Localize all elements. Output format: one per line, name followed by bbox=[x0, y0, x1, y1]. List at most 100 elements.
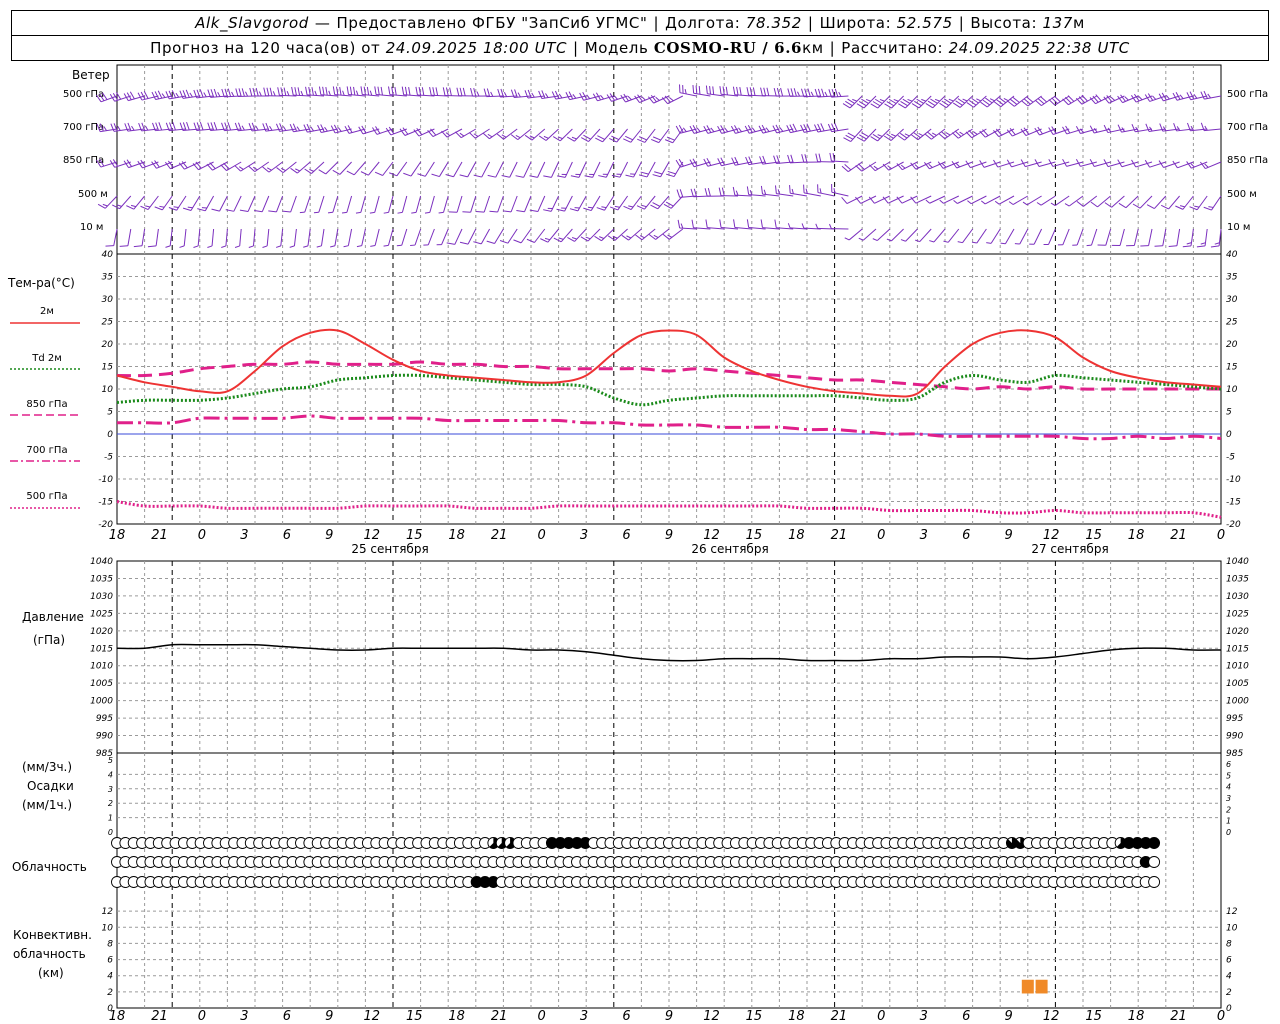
temp-y-tick: -20 bbox=[98, 520, 113, 530]
x-tick-label: 15 bbox=[746, 528, 763, 543]
x-tick-label: 12 bbox=[363, 528, 380, 543]
wind-barb bbox=[841, 161, 863, 173]
wind-barb bbox=[275, 228, 284, 248]
wind-barb bbox=[943, 228, 960, 243]
wind-barb bbox=[787, 88, 808, 97]
conv-y-tick-right: 10 bbox=[1226, 923, 1238, 933]
conv-y-tick-right: 6 bbox=[1226, 956, 1232, 966]
wind-barb bbox=[446, 228, 463, 245]
pres-y-tick-right: 1020 bbox=[1226, 627, 1249, 637]
wind-barb bbox=[529, 161, 546, 178]
pres-y-tick: 995 bbox=[96, 714, 113, 724]
x-tick-label: 9 bbox=[325, 528, 333, 543]
precip-y-tick: 1 bbox=[108, 814, 113, 823]
wind-barb bbox=[760, 185, 780, 197]
wind-barb bbox=[1111, 228, 1125, 246]
wind-barb bbox=[594, 228, 615, 242]
wind-barb bbox=[925, 95, 946, 109]
wind-barb bbox=[383, 195, 394, 214]
wind-barb bbox=[1200, 90, 1222, 100]
x-tick-label: 21 bbox=[831, 528, 848, 543]
wind-barb bbox=[289, 228, 297, 248]
temp-y-tick: 20 bbox=[102, 340, 114, 350]
conv-y-tick: 10 bbox=[102, 923, 114, 933]
wind-barb bbox=[276, 161, 297, 173]
x-tick-label: 0 bbox=[1217, 528, 1225, 543]
wind-barb bbox=[543, 195, 560, 212]
wind-barb bbox=[1203, 195, 1222, 211]
temp-y-tick-right: 40 bbox=[1226, 250, 1238, 260]
precip-y-tick-right: 3 bbox=[1226, 794, 1231, 803]
wind-barb bbox=[980, 95, 1001, 108]
pres-y-tick: 1025 bbox=[90, 609, 113, 619]
conv-y-tick: 2 bbox=[107, 988, 113, 998]
wind-barb bbox=[621, 228, 642, 241]
wind-barb bbox=[249, 87, 269, 97]
pres-y-tick: 990 bbox=[96, 732, 113, 742]
x-tick-label: 15 bbox=[1085, 528, 1102, 543]
wind-barb bbox=[482, 128, 504, 140]
wind-barb bbox=[870, 128, 891, 142]
pres-y-tick: 1020 bbox=[90, 627, 113, 637]
precip-y-tick-right: 0 bbox=[1226, 828, 1231, 837]
wind-barb bbox=[827, 122, 849, 133]
wind-barb bbox=[235, 88, 256, 97]
x-tick-label: 6 bbox=[283, 528, 291, 543]
x-tick-label: 18 bbox=[788, 528, 805, 543]
wind-barb bbox=[662, 228, 684, 240]
wind-barb bbox=[543, 161, 560, 178]
x-tick-label-bottom: 21 bbox=[1170, 1009, 1187, 1024]
wind-barb bbox=[459, 161, 477, 178]
wind-barb bbox=[607, 228, 628, 241]
x-tick-label: 0 bbox=[537, 528, 545, 543]
temp-y-tick-right: 30 bbox=[1226, 295, 1238, 305]
x-tick-label-bottom: 15 bbox=[406, 1009, 423, 1024]
wind-barb bbox=[1057, 228, 1070, 246]
wind-barb bbox=[442, 87, 463, 97]
wind-barb bbox=[1072, 228, 1084, 246]
x-tick-label-bottom: 0 bbox=[877, 1009, 885, 1024]
wind-barb bbox=[147, 228, 159, 248]
temp-y-tick: 35 bbox=[102, 273, 114, 283]
pres-y-tick: 1010 bbox=[90, 662, 113, 672]
wind-barb bbox=[580, 228, 601, 242]
pres-y-tick-right: 1030 bbox=[1226, 592, 1249, 602]
wind-barb bbox=[211, 195, 228, 212]
temp-y-tick-right: -10 bbox=[1226, 475, 1241, 485]
wind-barb bbox=[483, 88, 504, 98]
pres-y-tick-right: 1005 bbox=[1226, 679, 1249, 689]
wind-barb bbox=[1182, 228, 1194, 248]
wind-barb bbox=[883, 128, 904, 141]
wind-barb bbox=[221, 228, 228, 249]
x-tick-label: 9 bbox=[1005, 528, 1013, 543]
wind-barb bbox=[330, 228, 339, 248]
cloud-symbol bbox=[1148, 876, 1161, 888]
wind-barb bbox=[429, 87, 449, 97]
pres-y-tick-right: 1025 bbox=[1226, 609, 1249, 619]
temp-y-tick-right: 20 bbox=[1226, 340, 1238, 350]
wind-barb bbox=[897, 128, 918, 141]
temp-y-tick: 15 bbox=[102, 363, 114, 373]
x-tick-label: 3 bbox=[920, 528, 928, 543]
wind-barb bbox=[436, 228, 449, 246]
wind-barb bbox=[193, 228, 201, 248]
temp-y-tick-right: 0 bbox=[1226, 430, 1232, 440]
meteogram-svg: 1818212100336699121215151818212100336699… bbox=[10, 64, 1249, 1024]
wind-barb bbox=[774, 185, 794, 197]
wind-barb bbox=[648, 228, 670, 240]
wind-barb bbox=[1043, 228, 1056, 246]
wind-barb bbox=[760, 87, 780, 97]
conv-y-tick: 8 bbox=[107, 939, 113, 949]
wind-barb bbox=[475, 195, 491, 213]
wind-barb bbox=[635, 228, 656, 241]
wind-barb bbox=[692, 84, 711, 97]
x-tick-label: 12 bbox=[1043, 528, 1060, 543]
precip-y-tick: 3 bbox=[108, 785, 113, 794]
wind-barb bbox=[165, 228, 173, 248]
wind-barb bbox=[316, 228, 325, 248]
wind-barb bbox=[801, 88, 821, 98]
wind-barb bbox=[470, 88, 490, 97]
x-tick-label: 21 bbox=[1170, 528, 1187, 543]
temp-y-tick-right: -20 bbox=[1226, 520, 1241, 530]
x-tick-label-bottom: 6 bbox=[622, 1009, 630, 1024]
